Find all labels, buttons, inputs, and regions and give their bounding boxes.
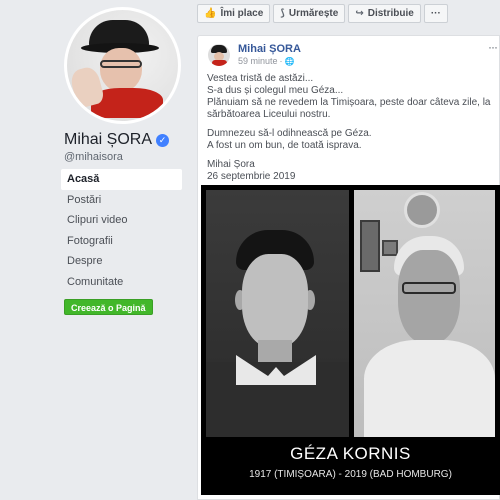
nav-item-postari[interactable]: Postări [61,190,182,211]
post-line: S-a dus și colegul meu Géza... [207,85,344,96]
page-action-bar: 👍 Îmi place ⟆ Urmărește ↪ Distribuie ··· [197,4,448,23]
page-title[interactable]: Mihai ȘORA ✓ [64,131,170,149]
meta-separator: · [279,56,283,66]
nav-item-acasa[interactable]: Acasă [61,169,182,190]
avatar-face [100,48,142,92]
post-line: Dumnezeu să-l odihnească pe Géza. [207,128,372,139]
portrait-face [398,250,460,344]
post-date: 26 septembrie 2019 [207,171,296,182]
wall-frame [382,240,398,256]
caption-dates: 1917 (TIMIȘOARA) - 2019 (BAD HOMBURG) [249,469,452,480]
nav-item-clipuri-video[interactable]: Clipuri video [61,210,182,231]
wall-plate [404,192,440,228]
create-page-button[interactable]: Creează o Pagină [64,299,153,315]
photo-young-portrait [206,190,349,437]
verified-badge-icon: ✓ [156,133,170,147]
like-page-button[interactable]: 👍 Îmi place [197,4,271,23]
follow-button[interactable]: ⟆ Urmărește [273,4,346,23]
more-actions-button[interactable]: ··· [423,4,448,23]
page-name-text[interactable]: Mihai ȘORA [64,131,152,149]
post-signature: Mihai Șora [207,159,255,170]
profile-picture[interactable] [64,7,181,124]
nav-item-comunitate[interactable]: Comunitate [61,272,182,293]
page-nav: Acasă Postări Clipuri video Fotografii D… [61,169,182,292]
follow-label: Urmărește [288,8,339,19]
wall-frame [360,220,380,272]
portrait-body [364,340,495,437]
post-options-icon[interactable]: ··· [488,40,498,54]
like-label: Îmi place [220,8,264,19]
post-author-avatar[interactable] [208,44,230,66]
photo-caption: GÉZA KORNIS 1917 (TIMIȘOARA) - 2019 (BAD… [201,437,500,495]
post-avatar-scarf [212,60,227,66]
rss-icon: ⟆ [280,8,285,19]
portrait-neck [258,340,292,364]
share-icon: ↪ [355,8,364,19]
globe-icon[interactable]: 🌐 [285,57,295,66]
caption-name: GÉZA KORNIS [290,444,411,463]
nav-item-fotografii[interactable]: Fotografii [61,231,182,252]
post-photo[interactable]: GÉZA KORNIS 1917 (TIMIȘOARA) - 2019 (BAD… [201,185,500,495]
avatar-glasses [100,60,142,68]
post-meta: 59 minute · 🌐 [238,56,295,66]
more-actions-icon: ··· [430,8,441,19]
post-author-name[interactable]: Mihai ȘORA [238,43,301,55]
post-line: Plănuiam să ne revedem la Timișoara, pes… [207,97,491,108]
avatar [67,10,178,121]
share-button[interactable]: ↪ Distribuie [348,4,421,23]
nav-item-despre[interactable]: Despre [61,251,182,272]
post-message: Vestea tristă de astăzi... S-a dus și co… [207,73,492,183]
portrait-face [242,254,308,348]
thumbs-up-icon: 👍 [204,8,217,19]
post-card: Mihai ȘORA 59 minute · 🌐 ··· Vestea tris… [197,35,500,500]
post-line: sărbătoarea Liceului nostru. [207,109,331,120]
post-timestamp[interactable]: 59 minute [238,56,278,66]
post-line: A fost un om bun, de toată isprava. [207,140,362,151]
share-label: Distribuie [367,8,414,19]
left-column: Mihai ȘORA ✓ @mihaisora Acasă Postări Cl… [0,0,190,500]
portrait-glasses [402,282,456,294]
photo-old-portrait [354,190,495,437]
page-handle[interactable]: @mihaisora [64,151,123,163]
post-line: Vestea tristă de astăzi... [207,73,314,84]
